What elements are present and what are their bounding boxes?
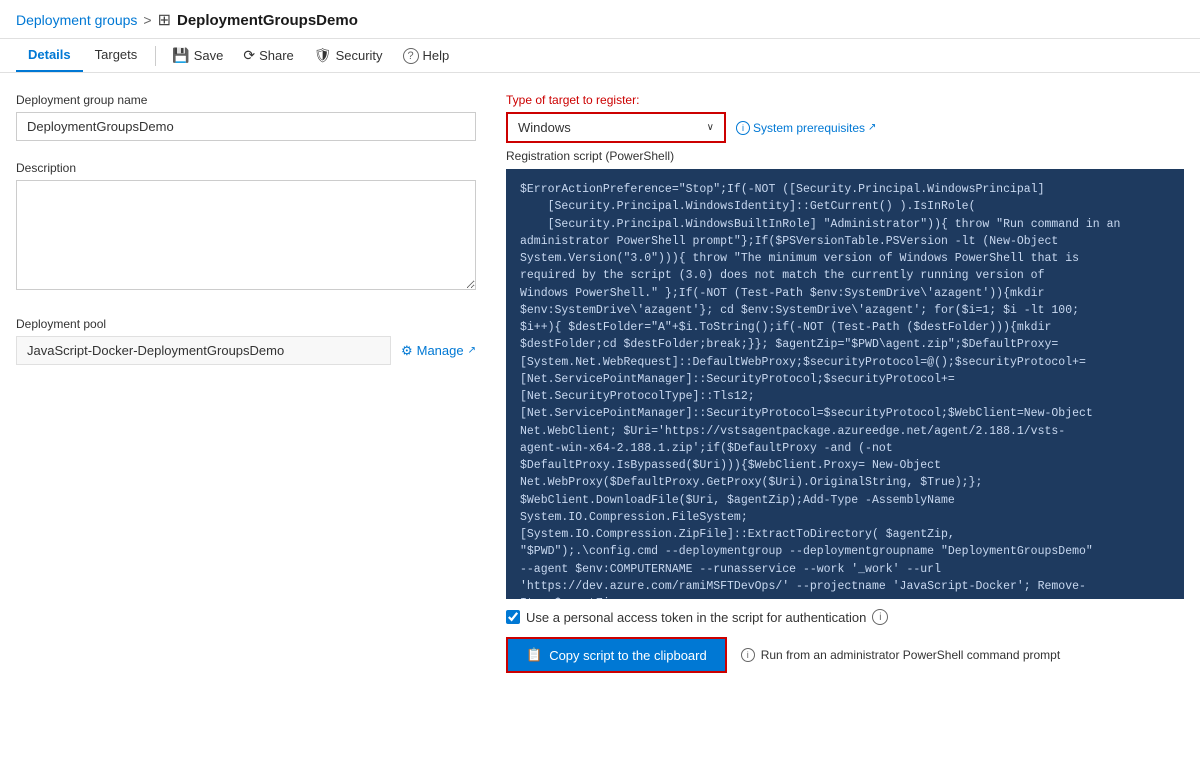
save-icon: 💾 bbox=[172, 47, 189, 64]
desc-field-group: Description bbox=[16, 161, 476, 293]
info-circle-icon-2: i bbox=[741, 648, 755, 662]
breadcrumb-icon: ⊞ bbox=[158, 10, 171, 30]
info-circle-icon: i bbox=[736, 121, 750, 135]
name-field-group: Deployment group name bbox=[16, 93, 476, 141]
breadcrumb-separator: > bbox=[143, 12, 151, 28]
type-dropdown[interactable]: Windows ∨ bbox=[506, 112, 726, 143]
tab-targets[interactable]: Targets bbox=[83, 39, 150, 72]
type-value: Windows bbox=[518, 120, 571, 135]
desc-field-label: Description bbox=[16, 161, 476, 175]
run-hint: i Run from an administrator PowerShell c… bbox=[741, 648, 1060, 662]
pool-label: Deployment pool bbox=[16, 317, 476, 331]
external-link-icon: ↗ bbox=[468, 345, 476, 356]
pool-section: Deployment pool ⚙ Manage ↗ bbox=[16, 317, 476, 365]
save-label: Save bbox=[194, 48, 224, 63]
info-icon[interactable]: i bbox=[872, 609, 888, 625]
pat-checkbox[interactable] bbox=[506, 610, 520, 624]
name-input[interactable] bbox=[16, 112, 476, 141]
copy-label: Copy script to the clipboard bbox=[549, 648, 707, 663]
chevron-down-icon: ∨ bbox=[707, 122, 714, 133]
copy-icon: 📋 bbox=[526, 647, 542, 663]
type-label: Type of target to register: bbox=[506, 93, 1184, 107]
system-prereq-label: System prerequisites bbox=[753, 121, 865, 135]
name-field-label: Deployment group name bbox=[16, 93, 476, 107]
breadcrumb-current: DeploymentGroupsDemo bbox=[177, 12, 358, 29]
manage-label: Manage bbox=[417, 343, 464, 358]
security-action[interactable]: 🛡 Security bbox=[304, 39, 393, 72]
left-panel: Deployment group name Description Deploy… bbox=[16, 93, 476, 673]
pat-checkbox-label: Use a personal access token in the scrip… bbox=[526, 610, 866, 625]
share-label: Share bbox=[259, 48, 294, 63]
share-icon: ⟳ bbox=[243, 47, 255, 64]
external-link-icon-2: ↗ bbox=[868, 122, 876, 133]
script-box: $ErrorActionPreference="Stop";If(-NOT ([… bbox=[506, 169, 1184, 599]
gear-icon: ⚙ bbox=[401, 343, 413, 359]
share-action[interactable]: ⟳ Share bbox=[233, 39, 303, 72]
tab-details[interactable]: Details bbox=[16, 39, 83, 72]
nav-divider bbox=[155, 46, 156, 66]
save-action[interactable]: 💾 Save bbox=[162, 39, 233, 72]
shield-icon: 🛡 bbox=[314, 47, 332, 64]
system-prereq-link[interactable]: i System prerequisites ↗ bbox=[736, 121, 876, 135]
right-panel: Type of target to register: Windows ∨ i … bbox=[506, 93, 1184, 673]
manage-link[interactable]: ⚙ Manage ↗ bbox=[401, 343, 476, 359]
bottom-actions: 📋 Copy script to the clipboard i Run fro… bbox=[506, 637, 1184, 673]
script-section-label: Registration script (PowerShell) bbox=[506, 149, 1184, 163]
security-label: Security bbox=[336, 48, 383, 63]
help-icon: ? bbox=[403, 48, 419, 64]
help-label: Help bbox=[423, 48, 450, 63]
desc-textarea[interactable] bbox=[16, 180, 476, 290]
copy-script-button[interactable]: 📋 Copy script to the clipboard bbox=[506, 637, 727, 673]
run-hint-text: Run from an administrator PowerShell com… bbox=[761, 648, 1060, 662]
help-action[interactable]: ? Help bbox=[393, 40, 460, 72]
pool-input bbox=[16, 336, 391, 365]
breadcrumb-parent-link[interactable]: Deployment groups bbox=[16, 12, 137, 28]
